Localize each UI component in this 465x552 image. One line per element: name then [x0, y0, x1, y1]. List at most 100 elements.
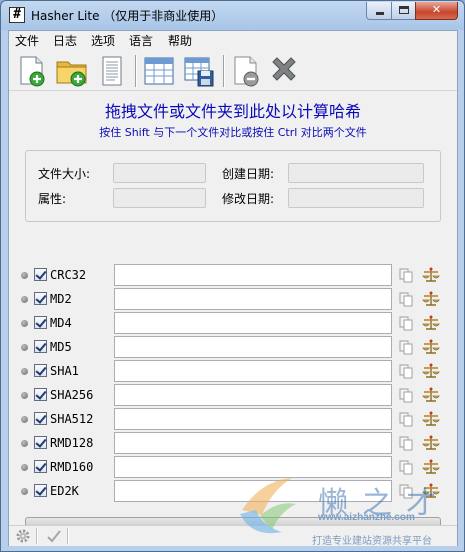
table-button[interactable] — [142, 54, 176, 88]
compare-scale-icon[interactable] — [422, 410, 440, 428]
menu-bar: 文件 日志 选项 语言 帮助 — [9, 31, 457, 51]
checkmark-icon — [47, 530, 61, 543]
menu-options[interactable]: 选项 — [91, 34, 115, 48]
title-bar[interactable]: # Hasher Lite （仅用于非商业使用） ✕ — [1, 1, 464, 29]
compare-scale-icon[interactable] — [422, 434, 440, 452]
hash-algorithm-label: ED2K — [50, 484, 79, 498]
gear-icon — [16, 529, 30, 543]
maximize-button[interactable] — [391, 2, 416, 20]
status-dot-icon — [21, 272, 28, 279]
remove-file-icon — [234, 56, 259, 87]
menu-log[interactable]: 日志 — [53, 34, 77, 48]
compare-scale-icon[interactable] — [422, 266, 440, 284]
hash-checkbox[interactable] — [34, 268, 47, 281]
remove-file-button[interactable] — [229, 54, 263, 88]
hash-algorithm-label: CRC32 — [50, 268, 87, 282]
copy-icon[interactable] — [398, 291, 414, 307]
hash-value-field[interactable] — [114, 288, 392, 310]
save-table-button[interactable] — [182, 54, 216, 88]
menu-help[interactable]: 帮助 — [168, 34, 192, 48]
watermark-slogan: 打造专业建站资源共享平台 — [312, 536, 432, 547]
hash-checkbox[interactable] — [34, 412, 47, 425]
toolbar-separator — [135, 55, 137, 87]
hash-value-field[interactable] — [114, 264, 392, 286]
settings-button[interactable] — [15, 528, 31, 544]
maximize-icon — [399, 6, 409, 14]
file-info-group: 文件大小: 创建日期: 属性: 修改日期: — [25, 150, 441, 222]
compare-scale-icon[interactable] — [422, 290, 440, 308]
hash-checkbox[interactable] — [34, 388, 47, 401]
hash-algorithm-label: SHA1 — [50, 364, 79, 378]
add-file-icon — [20, 56, 45, 87]
hash-checkbox[interactable] — [34, 316, 47, 329]
hash-value-field[interactable] — [114, 384, 392, 406]
status-dot-icon — [21, 344, 28, 351]
hash-value-field[interactable] — [114, 336, 392, 358]
status-separator — [36, 528, 38, 544]
hash-algorithm-label: MD2 — [50, 292, 72, 306]
modified-date-label: 修改日期: — [222, 192, 275, 206]
file-size-value — [113, 163, 206, 183]
copy-icon[interactable] — [398, 363, 414, 379]
compare-scale-icon[interactable] — [422, 458, 440, 476]
client-area: 文件 日志 选项 语言 帮助 拖拽文件或文件夹到此处以计算哈希 按住 Shift… — [8, 30, 458, 546]
compare-scale-icon[interactable] — [422, 338, 440, 356]
copy-icon[interactable] — [398, 339, 414, 355]
copy-icon[interactable] — [398, 435, 414, 451]
compare-scale-icon[interactable] — [422, 362, 440, 380]
verify-button[interactable] — [46, 528, 62, 544]
hash-row: SHA512 — [9, 407, 457, 431]
hash-checkbox[interactable] — [34, 364, 47, 377]
copy-icon[interactable] — [398, 411, 414, 427]
created-date-value — [288, 163, 424, 183]
hash-row: RMD128 — [9, 431, 457, 455]
file-size-label: 文件大小: — [38, 167, 91, 181]
hash-algorithm-label: MD4 — [50, 316, 72, 330]
add-file-button[interactable] — [15, 54, 49, 88]
document-button[interactable] — [95, 54, 129, 88]
compare-scale-icon[interactable] — [422, 386, 440, 404]
menu-file[interactable]: 文件 — [15, 34, 39, 48]
attributes-label: 属性: — [38, 192, 67, 206]
compare-scale-icon[interactable] — [422, 314, 440, 332]
status-dot-icon — [21, 440, 28, 447]
watermark-url: www.aizhanzhe.com — [318, 512, 415, 523]
hash-checkbox[interactable] — [34, 436, 47, 449]
hash-value-field[interactable] — [114, 432, 392, 454]
copy-icon[interactable] — [398, 387, 414, 403]
status-dot-icon — [21, 320, 28, 327]
hash-value-field[interactable] — [114, 312, 392, 334]
close-button[interactable]: ✕ — [415, 2, 458, 20]
modified-date-value — [288, 188, 424, 208]
attributes-value — [113, 188, 206, 208]
hash-row: SHA256 — [9, 383, 457, 407]
drop-title: 拖拽文件或文件夹到此处以计算哈希 — [104, 102, 361, 121]
document-icon — [102, 56, 122, 86]
status-dot-icon — [21, 416, 28, 423]
save-table-icon — [184, 57, 214, 87]
drop-subtitle: 按住 Shift 与下一个文件对比或按住 Ctrl 对比两个文件 — [99, 126, 367, 139]
hash-value-field[interactable] — [114, 408, 392, 430]
drop-area[interactable]: 拖拽文件或文件夹到此处以计算哈希 按住 Shift 与下一个文件对比或按住 Ct… — [9, 92, 457, 535]
hash-row: MD4 — [9, 311, 457, 335]
minimize-icon — [376, 12, 384, 15]
table-icon — [144, 57, 174, 85]
copy-icon[interactable] — [398, 267, 414, 283]
hash-algorithm-label: RMD160 — [50, 460, 94, 474]
hash-algorithm-label: SHA512 — [50, 412, 94, 426]
hash-row: SHA1 — [9, 359, 457, 383]
hash-checkbox[interactable] — [34, 460, 47, 473]
add-folder-icon — [56, 61, 87, 87]
menu-language[interactable]: 语言 — [129, 34, 153, 48]
minimize-button[interactable] — [366, 2, 392, 20]
status-dot-icon — [21, 392, 28, 399]
add-folder-button[interactable] — [55, 54, 89, 88]
copy-icon[interactable] — [398, 315, 414, 331]
hash-checkbox[interactable] — [34, 484, 47, 497]
hash-checkbox[interactable] — [34, 292, 47, 305]
hash-value-field[interactable] — [114, 360, 392, 382]
hash-checkbox[interactable] — [34, 340, 47, 353]
clear-button[interactable] — [267, 54, 301, 88]
copy-icon[interactable] — [398, 459, 414, 475]
toolbar-separator — [223, 55, 225, 87]
